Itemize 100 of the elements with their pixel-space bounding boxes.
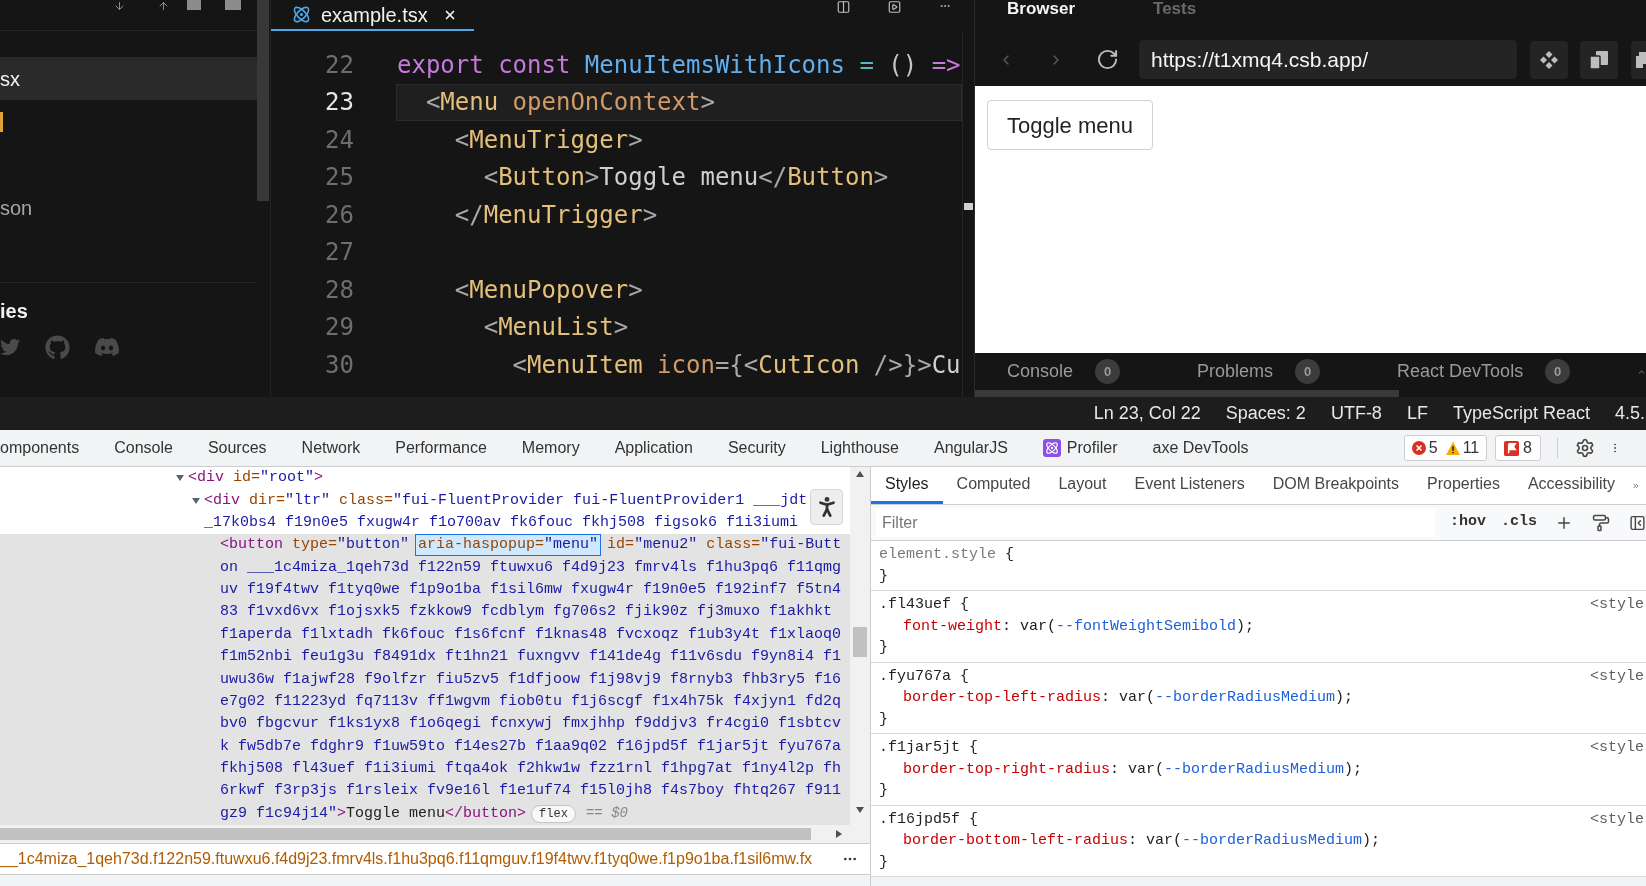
styles-tab[interactable]: DOM Breakpoints: [1258, 467, 1413, 504]
dom-node-text: <div dir="ltr" class="fui-FluentProvider fui-FluentProvider1 ___jdt: [204, 490, 808, 511]
toolbar-button[interactable]: [1580, 40, 1618, 79]
source-link[interactable]: <style: [1590, 665, 1644, 687]
file-name[interactable]: sx: [0, 66, 20, 91]
devtools-tab[interactable]: Memory: [504, 430, 598, 466]
code-line: <MenuList>: [483, 312, 629, 343]
closing-brace: }: [879, 709, 888, 730]
devtools-tab[interactable]: Network: [284, 430, 378, 466]
scrollbar-thumb[interactable]: [257, 0, 269, 201]
devtools-tab[interactable]: axe DevTools: [1135, 430, 1267, 466]
css-declaration: border-bottom-left-radius: var(--borderRadiusMedium);: [903, 831, 1381, 851]
atom-icon: [1042, 439, 1061, 457]
file-marker-icon: [0, 111, 3, 132]
styles-tab[interactable]: Properties: [1413, 467, 1514, 504]
devtools-tab[interactable]: AngularJS: [916, 430, 1026, 466]
source-link[interactable]: <style: [1590, 594, 1644, 616]
dom-node-text: fkhj508 fl43uef f1i3iumi ftqa4ok f2hkw1w fzz1rnl f1hpg7at f1ny4l2p fh: [220, 759, 842, 780]
status-item[interactable]: TypeScript React: [1452, 400, 1590, 427]
dom-node-text: bv0 fbgcvur f1ks1yx8 f1o6qegi fcnxywj fmxjhhp f9ddjv3 fr4cgi0 f1sbtcv: [220, 714, 842, 735]
scroll-down-arrow-icon[interactable]: [856, 807, 864, 813]
styles-tab[interactable]: Event Listeners: [1120, 467, 1259, 504]
dom-node-text: on ___1c4miza_1qeh73d f122n59 ftuwxu6 f4d9j23 fmrv4ls f1hu3pq6 f11qmg: [220, 557, 842, 578]
settings-icon[interactable]: [1575, 438, 1595, 458]
file-item-highlight[interactable]: sx: [0, 57, 257, 100]
dom-node-text: k fw5db7e fdghr9 f1uw59to f14es27b f1aa9q02 f16jpd5f f1jar5jt fyu767a: [220, 736, 842, 757]
filter-field[interactable]: Filter: [876, 508, 1435, 537]
css-selector: element.style {: [879, 545, 1015, 565]
paint-roller-icon[interactable]: [1592, 513, 1610, 532]
panel-tab[interactable]: React DevTools 0: [1397, 358, 1571, 385]
accessibility-person-icon[interactable]: [810, 489, 843, 525]
source-link[interactable]: <style: [1590, 737, 1644, 759]
file-name[interactable]: son: [0, 195, 33, 220]
devtools-tab[interactable]: Security: [710, 430, 804, 466]
devtools-tab[interactable]: omponents: [0, 430, 97, 466]
dom-node-text: uwu36w f1ajwf28 f9olfzr fiu5zv5 f1dfjoow f1j98vj9 f8rnyb3 fhb3ry5 f16: [220, 669, 842, 690]
dom-node-text: 83 f1vxd6vx f1ojsxk5 fzkkow9 fcdblym fg706s2 fjik90z fj3muxo f1akhkt: [220, 602, 833, 623]
status-item[interactable]: UTF-8: [1330, 400, 1382, 427]
warning-icon: [1445, 441, 1460, 455]
issues-counter[interactable]: 8: [1495, 435, 1541, 461]
devtools-tab[interactable]: Lighthouse: [803, 430, 917, 466]
toolbar-button[interactable]: [1530, 40, 1568, 79]
style-toggle[interactable]: .cls: [1501, 511, 1537, 534]
css-selector: .f16jpd5f {: [879, 809, 979, 830]
dom-node-text: 6rkwf f3rp3js f1rsleix fv9e16l f1e1uf74 f15l0jh8 f4s7boy fhtq267 f911: [220, 781, 842, 802]
dom-node-text: f1m52nbi feu1g3u f8491dx ft1hn21 fuxngvv f141de4g f11v6sdu f9yn8i4 f1: [220, 647, 842, 668]
copy-icon: [1589, 49, 1609, 70]
status-item[interactable]: Spaces: 2: [1225, 400, 1306, 427]
devtools-tab[interactable]: Application: [597, 430, 711, 466]
css-selector: .f1jar5jt {: [879, 738, 979, 758]
line-number: 24: [325, 124, 354, 155]
status-item[interactable]: LF: [1406, 400, 1428, 427]
styles-tab[interactable]: Layout: [1044, 467, 1121, 504]
count-badge: 0: [1295, 359, 1321, 384]
scrollbar-thumb[interactable]: [975, 390, 1399, 397]
sidebar-toggle-icon[interactable]: [1629, 513, 1646, 532]
scrollbar-thumb[interactable]: [0, 828, 811, 840]
line-number: 25: [325, 162, 354, 193]
caret-down-icon[interactable]: [176, 474, 184, 483]
code-line: export const MenuItemsWithIcons = () =>: [397, 49, 961, 80]
style-toggle[interactable]: :hov: [1449, 511, 1486, 534]
scrollbar-thumb[interactable]: [853, 627, 867, 657]
devtools-tab[interactable]: Sources: [190, 430, 285, 466]
code-line: <MenuPopover>: [454, 274, 643, 305]
styles-tab[interactable]: Computed: [942, 467, 1045, 504]
flex-badge[interactable]: flex: [531, 804, 576, 823]
dom-node-text: e7g02 f11223yd fq7113v ff1wgvm fiob0tu f1j6scgf f1x4h75k f4xjyn1 fd2q: [220, 691, 842, 712]
atom-icon: [292, 5, 311, 24]
count-badge: 0: [1545, 359, 1571, 384]
diamond-grid-icon: [1539, 49, 1559, 70]
dom-node-text: uv f19f4twv f1tyq0we f1p9o1ba f1sil6mw fxugw4r f19n0e5 f192inf7 f5tn4: [220, 580, 842, 601]
toggle-menu-button[interactable]: Toggle menu: [987, 100, 1153, 150]
url-field[interactable]: https://t1xmq4.csb.app/: [1139, 40, 1517, 79]
scroll-up-arrow-icon[interactable]: [856, 471, 864, 477]
status-item[interactable]: Ln 23, Col 22: [1093, 400, 1201, 427]
code-line: <MenuTrigger>: [454, 124, 643, 155]
error-warning-counter[interactable]: 5 11: [1404, 435, 1487, 461]
devtools-tab[interactable]: Profiler: [1025, 430, 1136, 466]
devtools-tab[interactable]: Performance: [377, 430, 505, 466]
status-item[interactable]: 4.5.: [1614, 400, 1645, 427]
code-line: <Menu openOnContext>: [425, 87, 715, 118]
panel-tab[interactable]: Console 0: [1007, 358, 1121, 385]
closing-brace: }: [879, 566, 888, 587]
source-link[interactable]: <style: [1590, 808, 1644, 830]
scroll-right-arrow-icon[interactable]: [836, 830, 842, 838]
error-icon: [1411, 441, 1426, 455]
toolbar-button[interactable]: [1631, 40, 1646, 79]
reload-icon[interactable]: [1096, 48, 1119, 71]
window-icon: [1636, 51, 1646, 68]
breadcrumb[interactable]: __1c4miza_1qeh73d.f122n59.ftuwxu6.f4d9j23.fmrv4ls.f1hu3pq6.f11qmguv.f19f4twv.f1tyq0we.f1p9o1ba.f1sil6mw.fx: [0, 847, 813, 871]
line-number: 22: [325, 49, 354, 80]
css-selector: .fl43uef {: [879, 595, 970, 615]
closing-brace: }: [879, 852, 888, 873]
panel-tab[interactable]: Browser: [1007, 0, 1076, 17]
panel-tab[interactable]: Problems 0: [1197, 358, 1321, 385]
devtools-tab[interactable]: Console: [96, 430, 191, 466]
caret-down-icon[interactable]: [192, 496, 200, 505]
closing-brace: }: [879, 638, 888, 658]
styles-tab[interactable]: Accessibility: [1513, 467, 1630, 504]
selected-node-highlight[interactable]: [0, 534, 850, 825]
